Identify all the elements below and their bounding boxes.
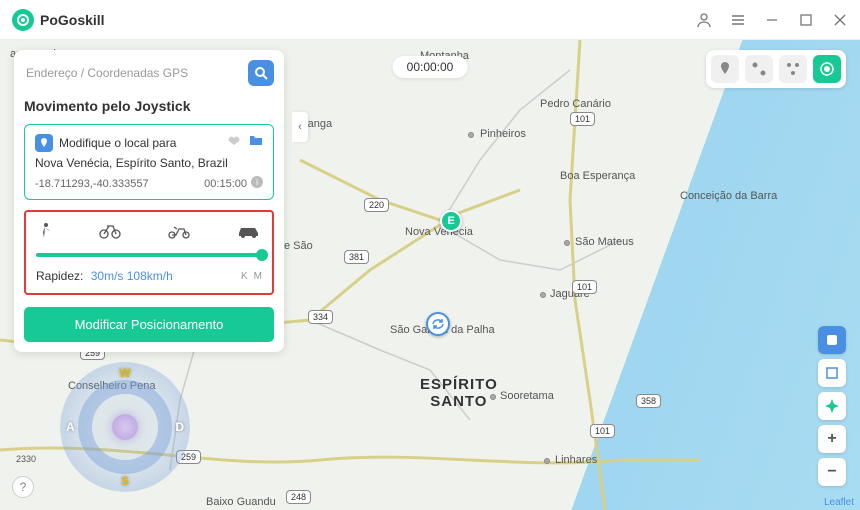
map-label: Baixo Guandu: [206, 496, 276, 508]
walk-icon[interactable]: [36, 222, 54, 245]
location-coords: -18.711293,-40.333557: [35, 178, 149, 190]
joystick-a: A: [66, 420, 75, 434]
unit-m[interactable]: M: [254, 271, 262, 282]
map-controls: + −: [818, 326, 846, 486]
zoom-in-button[interactable]: +: [818, 425, 846, 453]
map-label: Linhares: [555, 454, 597, 466]
sync-marker[interactable]: [426, 312, 450, 336]
joystick-d: D: [175, 420, 184, 434]
search-button[interactable]: [248, 60, 274, 86]
locate-button[interactable]: [818, 392, 846, 420]
layers-button[interactable]: [818, 326, 846, 354]
map-label: Pedro Canário: [540, 98, 611, 110]
route-badge: 248: [286, 490, 311, 504]
city-dot: [564, 240, 570, 246]
map-label: Boa Esperança: [560, 170, 635, 182]
speed-value: 30m/s 108km/h: [91, 269, 173, 283]
location-card: Modifique o local para Nova Venécia, Esp…: [24, 124, 274, 200]
route-badge: 334: [308, 310, 333, 324]
route-badge: 101: [572, 280, 597, 294]
map-region-label: ESPÍRITOSANTO: [420, 376, 498, 410]
timer-display: 00:00:00: [393, 56, 468, 78]
zoom-out-button[interactable]: −: [818, 458, 846, 486]
favorite-icon[interactable]: [227, 133, 241, 152]
svg-text:i: i: [256, 178, 258, 187]
account-icon[interactable]: [696, 12, 712, 28]
mode-two-spot[interactable]: [745, 55, 773, 83]
unit-k[interactable]: K: [241, 271, 248, 282]
map-label: São Mateus: [575, 236, 634, 248]
leaflet-attribution[interactable]: Leaflet: [824, 497, 854, 508]
modify-location-label: Modifique o local para: [59, 136, 221, 150]
modify-position-button[interactable]: Modificar Posicionamento: [24, 307, 274, 342]
map-label: Conceição da Barra: [680, 190, 760, 202]
speed-label: Rapidez:: [36, 269, 83, 283]
minimize-button[interactable]: [764, 12, 780, 28]
map-label: Nova Venecia: [405, 226, 473, 238]
joystick[interactable]: W S A D: [60, 362, 190, 492]
map-label: Pinheiros: [480, 128, 526, 140]
mode-multi-spot[interactable]: [779, 55, 807, 83]
route-badge: 381: [344, 250, 369, 264]
mode-teleport[interactable]: [711, 55, 739, 83]
location-duration: 00:15:00: [204, 178, 247, 190]
city-dot: [468, 132, 474, 138]
folder-icon[interactable]: [249, 133, 263, 152]
car-icon[interactable]: [236, 224, 262, 243]
collapse-panel-button[interactable]: ‹: [292, 112, 308, 142]
speed-control-box: Rapidez: 30m/s 108km/h K M: [24, 210, 274, 295]
joystick-thumb[interactable]: [112, 414, 138, 440]
pin-icon: [35, 134, 53, 152]
map-label: ranga: [304, 118, 332, 130]
city-dot: [544, 458, 550, 464]
location-marker-e[interactable]: E: [440, 210, 462, 232]
speed-slider-thumb[interactable]: [256, 249, 268, 261]
help-button[interactable]: ?: [12, 476, 34, 498]
map-label: e São: [284, 240, 313, 252]
control-panel: Movimento pelo Joystick Modifique o loca…: [14, 50, 284, 352]
route-badge: 358: [636, 394, 661, 408]
app-logo: PoGoskill: [12, 9, 105, 31]
map-label: Sooretama: [500, 390, 554, 402]
mode-joystick[interactable]: [813, 55, 841, 83]
location-name: Nova Venécia, Espírito Santo, Brazil: [35, 156, 263, 170]
logo-icon: [12, 9, 34, 31]
bike-icon[interactable]: [99, 223, 121, 244]
panel-title: Movimento pelo Joystick: [24, 98, 274, 114]
city-dot: [540, 292, 546, 298]
speed-slider[interactable]: [36, 253, 262, 257]
app-name: PoGoskill: [40, 12, 105, 28]
motorcycle-icon[interactable]: [167, 223, 191, 244]
fullscreen-button[interactable]: [818, 359, 846, 387]
close-button[interactable]: [832, 12, 848, 28]
route-badge: 220: [364, 198, 389, 212]
info-icon[interactable]: i: [251, 176, 263, 191]
joystick-s: S: [121, 474, 129, 488]
maximize-button[interactable]: [798, 12, 814, 28]
search-input[interactable]: [24, 60, 242, 86]
route-badge: 101: [570, 112, 595, 126]
menu-icon[interactable]: [730, 12, 746, 28]
joystick-w: W: [119, 366, 130, 380]
route-badge: 101: [590, 424, 615, 438]
map-scale: 2330: [16, 454, 36, 464]
titlebar: PoGoskill: [0, 0, 860, 40]
mode-toolbar: [706, 50, 846, 88]
